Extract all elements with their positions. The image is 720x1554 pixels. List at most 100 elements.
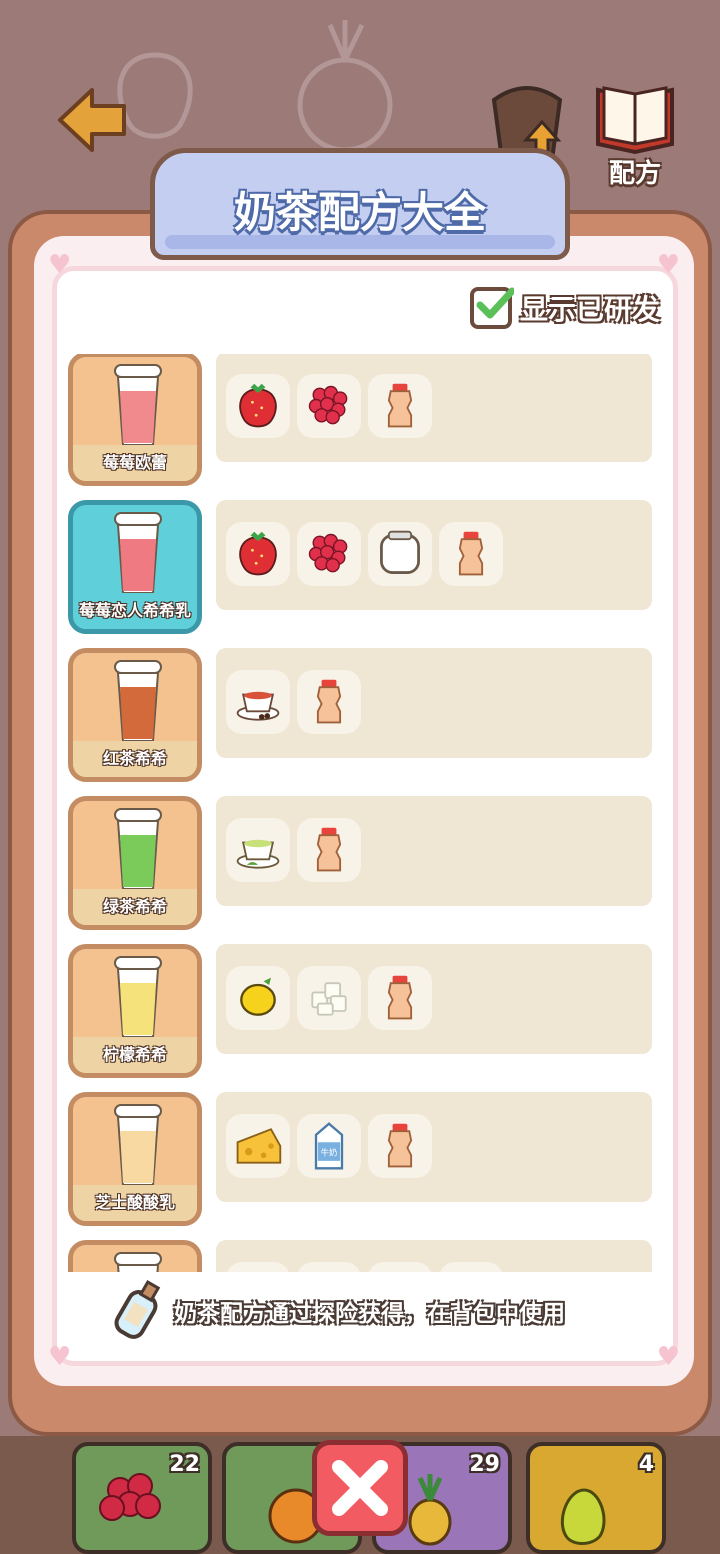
recipe-row[interactable]: 红茶希希 <box>60 648 660 782</box>
inventory-count: 4 <box>638 1452 654 1477</box>
black-tea-icon <box>236 691 280 721</box>
checkmark-icon <box>476 287 514 319</box>
yakult-icon <box>458 531 484 576</box>
ingredient-slot[interactable] <box>297 818 361 882</box>
yakult-icon <box>387 383 413 428</box>
yakult-icon <box>316 827 342 872</box>
ingredient-panel <box>216 354 652 462</box>
drink-cup-icon <box>114 512 162 594</box>
strawberry-icon <box>239 383 277 428</box>
ingredient-slot[interactable] <box>297 522 361 586</box>
drink-cup-icon <box>114 660 162 742</box>
svg-text:牛奶: 牛奶 <box>321 1147 338 1157</box>
ingredient-slot[interactable] <box>368 1262 432 1272</box>
book-icon <box>596 86 674 155</box>
drink-cup-icon <box>114 364 162 446</box>
ingredient-slot[interactable] <box>297 966 361 1030</box>
drink-cup-icon <box>114 1252 162 1272</box>
ingredient-slot[interactable] <box>226 1262 290 1272</box>
pear-icon <box>560 1488 606 1545</box>
recipe-button[interactable]: 配方 <box>592 80 678 190</box>
drink-name: 绿茶希希 <box>73 889 197 925</box>
drink-card[interactable]: 柠檬希希 <box>68 944 202 1078</box>
green-tea-icon <box>236 839 280 869</box>
yakult-icon <box>387 975 413 1020</box>
recipe-row[interactable]: 绿茶希希 <box>60 796 660 930</box>
jar-icon <box>380 530 420 574</box>
recipe-label: 配方 <box>608 159 661 189</box>
hint-bar: 奶茶配方通过探险获得，在背包中使用 <box>110 1276 565 1346</box>
drink-card[interactable]: 红茶希希 <box>68 648 202 782</box>
ingredient-slot[interactable] <box>368 522 432 586</box>
drink-card[interactable]: 莓莓恋人希希乳 <box>68 500 202 634</box>
drink-cup-icon <box>114 808 162 890</box>
show-developed-label: 显示已研发 <box>520 293 661 326</box>
ingredient-slot[interactable]: 牛奶 <box>297 1114 361 1178</box>
recipe-row[interactable]: 莓莓欧蕾 <box>60 354 660 486</box>
drink-name: 柠檬希希 <box>73 1037 197 1073</box>
ingredient-panel <box>216 1240 652 1272</box>
yakult-icon <box>387 1123 413 1168</box>
drink-name: 红茶希希 <box>73 741 197 777</box>
page-title: 奶茶配方大全 <box>233 188 486 237</box>
drink-card[interactable]: 莓莓欧蕾 <box>68 354 202 486</box>
heart-decoration: ♥ <box>48 250 72 280</box>
title-banner: 奶茶配方大全 <box>150 148 570 260</box>
ingredient-panel <box>216 944 652 1054</box>
drink-cup-icon <box>114 956 162 1038</box>
yakult-icon <box>316 679 342 724</box>
ingredient-slot[interactable] <box>297 670 361 734</box>
ingredient-slot[interactable] <box>368 1114 432 1178</box>
recipe-row[interactable]: 柠檬希希 <box>60 944 660 1078</box>
ingredient-slot[interactable] <box>226 522 290 586</box>
recipe-row[interactable]: 莓莓恋人希希乳 <box>60 500 660 634</box>
ingredient-slot[interactable] <box>439 522 503 586</box>
close-button[interactable] <box>312 1440 408 1536</box>
drink-name: 芝士酸酸乳 <box>73 1185 197 1221</box>
recipe-row[interactable] <box>60 1240 660 1272</box>
inventory-count: 22 <box>169 1452 200 1477</box>
ingredient-slot[interactable] <box>368 374 432 438</box>
ingredient-slot[interactable] <box>368 966 432 1030</box>
sugar-cube-icon <box>311 982 347 1016</box>
recipe-row[interactable]: 芝士酸酸乳 牛奶 <box>60 1092 660 1226</box>
heart-decoration: ♥ <box>656 1342 680 1372</box>
ingredient-slot[interactable] <box>297 374 361 438</box>
drink-name: 莓莓欧蕾 <box>73 445 197 481</box>
ingredient-panel: 牛奶 <box>216 1092 652 1202</box>
drink-card[interactable]: 绿茶希希 <box>68 796 202 930</box>
back-arrow-icon[interactable] <box>56 84 128 156</box>
ingredient-slot[interactable] <box>226 670 290 734</box>
cheese-icon <box>236 1128 282 1164</box>
inventory-count: 29 <box>469 1452 500 1477</box>
pineapple-deco-icon <box>297 20 393 150</box>
ingredient-panel <box>216 500 652 610</box>
ingredient-slot[interactable] <box>226 1114 290 1178</box>
raspberry-icon <box>308 385 348 425</box>
ingredient-slot[interactable] <box>297 1262 361 1272</box>
drink-card[interactable]: 芝士酸酸乳 <box>68 1092 202 1226</box>
ingredient-panel <box>216 648 652 758</box>
ingredient-panel <box>216 796 652 906</box>
strawberry-icon <box>239 531 277 576</box>
inventory-item[interactable]: 22 <box>72 1442 212 1554</box>
drink-name: 莓莓恋人希希乳 <box>73 593 197 629</box>
inventory-item[interactable]: 4 <box>526 1442 666 1554</box>
close-icon <box>332 1460 388 1516</box>
ingredient-slot[interactable] <box>226 374 290 438</box>
message-bottle-icon <box>114 1279 161 1339</box>
ingredient-slot[interactable] <box>226 818 290 882</box>
ingredient-slot[interactable] <box>439 1262 503 1272</box>
drink-cup-icon <box>114 1104 162 1186</box>
recipe-list[interactable]: 莓莓欧蕾莓莓恋人希希乳 红茶希希绿茶希希柠檬希希芝士酸酸乳 牛奶 <box>60 354 660 1272</box>
drink-card[interactable] <box>68 1240 202 1272</box>
show-developed-toggle[interactable]: 显示已研发 <box>470 286 660 330</box>
ingredient-slot[interactable] <box>226 966 290 1030</box>
hint-text: 奶茶配方通过探险获得，在背包中使用 <box>174 1301 565 1327</box>
heart-decoration: ♥ <box>48 1342 72 1372</box>
lemon-icon <box>240 977 276 1016</box>
milk-carton-icon: 牛奶 <box>314 1122 344 1170</box>
heart-decoration: ♥ <box>656 250 680 280</box>
show-developed-checkbox[interactable] <box>470 287 514 329</box>
raspberry-icon <box>308 533 348 573</box>
